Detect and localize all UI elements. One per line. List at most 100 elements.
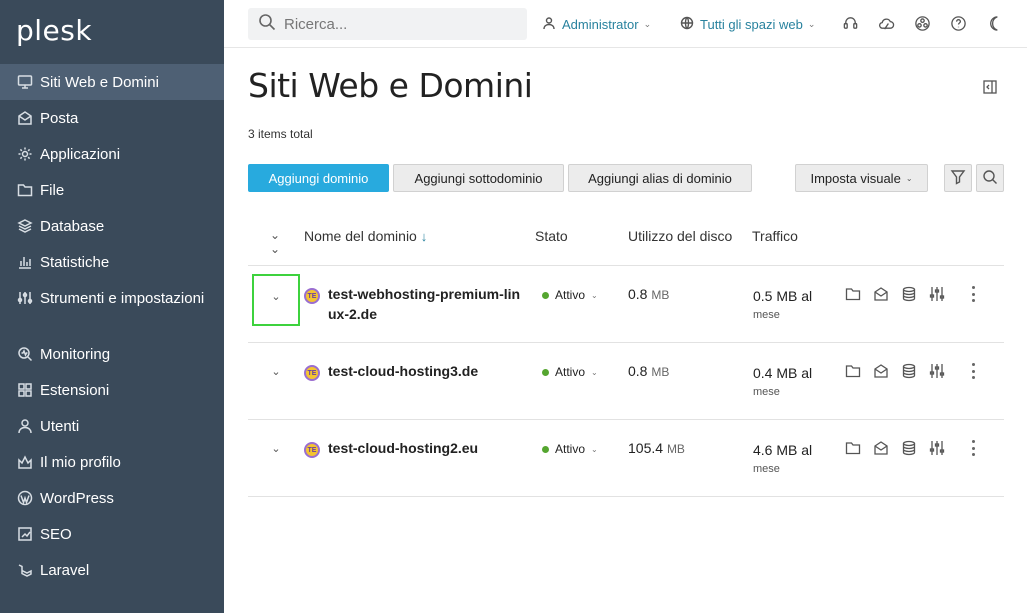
sidebar-item-label: Database	[40, 218, 105, 235]
folder-icon[interactable]	[845, 286, 861, 302]
table-row: ⌄ TE test-webhosting-premium-linux-2.de …	[248, 266, 1004, 343]
mail-icon[interactable]	[873, 440, 889, 456]
sidebar-item-label: Monitoring	[40, 346, 111, 363]
cloud-icon[interactable]	[877, 14, 895, 32]
domain-name-link[interactable]: test-cloud-hosting2.eu	[328, 438, 528, 458]
support-icon[interactable]	[841, 14, 859, 32]
sidebar-item-users[interactable]: Utenti	[0, 408, 224, 444]
expand-row-button[interactable]: ⌄	[252, 351, 300, 403]
column-domain-name[interactable]: Nome del dominio ↓	[304, 228, 427, 244]
expand-all-icon[interactable]: ⌄ ⌄	[270, 228, 280, 256]
database-icon[interactable]	[901, 286, 917, 302]
folder-icon[interactable]	[845, 440, 861, 456]
status-dropdown[interactable]: Attivo ⌄	[542, 288, 598, 302]
sidebar: plesk Siti Web e Domini Posta Applicazio…	[0, 0, 224, 613]
status-label: Attivo	[555, 365, 586, 379]
laravel-icon	[16, 561, 34, 579]
sidebar-item-wordpress[interactable]: WordPress	[0, 480, 224, 516]
database-icon[interactable]	[901, 363, 917, 379]
more-options-icon[interactable]	[970, 363, 976, 379]
chevron-down-icon: ⌄	[643, 19, 652, 29]
sidebar-item-files[interactable]: File	[0, 172, 224, 208]
globe-icon	[680, 16, 700, 33]
domain-favicon: TE	[304, 365, 320, 381]
sidebar-nav: Siti Web e Domini Posta Applicazioni Fil…	[0, 64, 224, 588]
view-settings-label: Imposta visuale	[810, 170, 901, 186]
mail-icon[interactable]	[873, 286, 889, 302]
chevron-down-icon: ⌄	[271, 443, 281, 455]
help-icon[interactable]	[949, 14, 967, 32]
add-domain-alias-button[interactable]: Aggiungi alias di dominio	[568, 164, 752, 192]
user-icon	[16, 417, 34, 435]
user-menu[interactable]: Administrator ⌄	[542, 16, 651, 33]
database-icon[interactable]	[901, 440, 917, 456]
search-box[interactable]	[248, 8, 527, 40]
sidebar-item-databases[interactable]: Database	[0, 208, 224, 244]
mail-icon[interactable]	[873, 363, 889, 379]
domain-favicon: TE	[304, 288, 320, 304]
bar-chart-icon	[16, 253, 34, 271]
more-options-icon[interactable]	[970, 440, 976, 456]
domain-name-link[interactable]: test-cloud-hosting3.de	[328, 361, 528, 381]
main-content: Siti Web e Domini 3 items total Aggiungi…	[224, 48, 1027, 613]
column-disk-usage[interactable]: Utilizzo del disco	[628, 228, 732, 244]
more-options-icon[interactable]	[970, 286, 976, 302]
expand-row-button[interactable]: ⌄	[252, 274, 300, 326]
community-icon[interactable]	[913, 14, 931, 32]
sidebar-item-label: Siti Web e Domini	[40, 74, 159, 91]
add-subdomain-button[interactable]: Aggiungi sottodominio	[393, 164, 564, 192]
items-total: 3 items total	[248, 127, 313, 141]
seo-icon	[16, 525, 34, 543]
sidebar-item-mail[interactable]: Posta	[0, 100, 224, 136]
user-icon	[542, 16, 562, 33]
webspace-menu[interactable]: Tutti gli spazi web ⌄	[680, 16, 815, 33]
sidebar-item-extensions[interactable]: Estensioni	[0, 372, 224, 408]
plesk-logo[interactable]: plesk	[16, 14, 92, 47]
domain-name-link[interactable]: test-webhosting-premium-linux-2.de	[328, 284, 528, 324]
disk-unit: MB	[651, 288, 670, 302]
filter-button[interactable]	[944, 164, 972, 192]
user-menu-label: Administrator	[562, 17, 639, 32]
sliders-icon[interactable]	[929, 440, 945, 456]
traffic: 0.4 MB al mese	[753, 363, 812, 400]
webspace-menu-label: Tutti gli spazi web	[700, 17, 803, 32]
sidebar-item-seo[interactable]: SEO	[0, 516, 224, 552]
chevron-down-icon: ⌄	[271, 291, 281, 303]
column-status[interactable]: Stato	[535, 228, 568, 244]
sidebar-item-label: Applicazioni	[40, 146, 121, 163]
search-table-button[interactable]	[976, 164, 1004, 192]
panel-toggle-icon[interactable]	[983, 80, 997, 94]
add-domain-button[interactable]: Aggiungi dominio	[248, 164, 389, 192]
folder-icon[interactable]	[845, 363, 861, 379]
status-dropdown[interactable]: Attivo ⌄	[542, 442, 598, 456]
status-dropdown[interactable]: Attivo ⌄	[542, 365, 598, 379]
row-actions	[845, 286, 945, 302]
disk-value: 0.8	[628, 363, 648, 379]
chevron-down-icon: ⌄	[591, 367, 598, 377]
mail-icon	[16, 109, 34, 127]
expand-row-button[interactable]: ⌄	[252, 428, 300, 480]
dark-mode-icon[interactable]	[985, 14, 1003, 32]
chevron-down-icon: ⌄	[591, 290, 598, 300]
view-settings-button[interactable]: Imposta visuale ⌄	[795, 164, 928, 192]
sidebar-item-websites-domains[interactable]: Siti Web e Domini	[0, 64, 224, 100]
traffic-period: mese	[753, 386, 780, 398]
sidebar-item-applications[interactable]: Applicazioni	[0, 136, 224, 172]
traffic-period: mese	[753, 463, 780, 475]
sidebar-item-label: Il mio profilo	[40, 454, 121, 471]
sidebar-item-my-profile[interactable]: Il mio profilo	[0, 444, 224, 480]
sliders-icon[interactable]	[929, 286, 945, 302]
sliders-icon[interactable]	[929, 363, 945, 379]
disk-value: 0.8	[628, 286, 648, 302]
page-title: Siti Web e Domini	[248, 66, 533, 105]
monitor-icon	[16, 73, 34, 91]
sidebar-item-laravel[interactable]: Laravel	[0, 552, 224, 588]
search-input[interactable]	[284, 15, 504, 33]
sidebar-item-label: SEO	[40, 526, 72, 543]
sidebar-item-statistics[interactable]: Statistiche	[0, 244, 224, 280]
column-traffic[interactable]: Traffico	[752, 228, 798, 244]
sidebar-item-tools-settings[interactable]: Strumenti e impostazioni	[0, 280, 224, 336]
column-domain-label: Nome del dominio	[304, 228, 417, 244]
sidebar-item-monitoring[interactable]: Monitoring	[0, 336, 224, 372]
sidebar-item-label: Posta	[40, 110, 79, 127]
